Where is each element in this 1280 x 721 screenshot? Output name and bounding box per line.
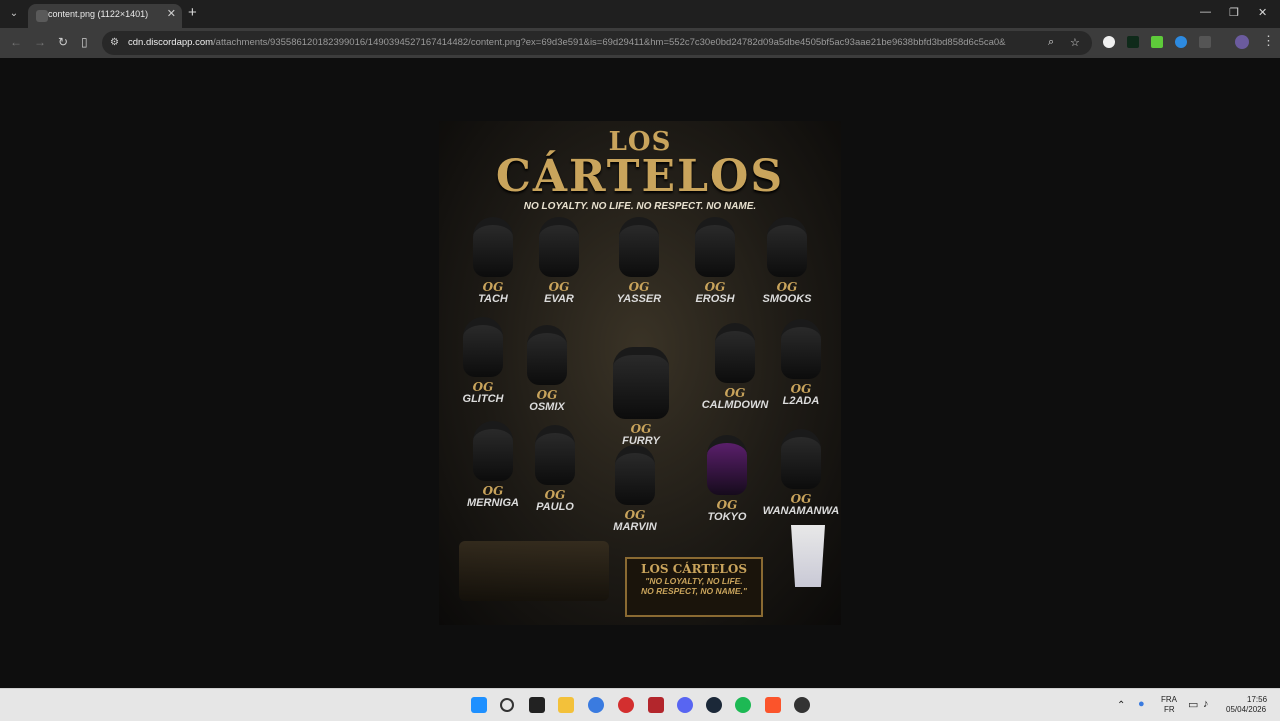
steam-icon[interactable] (706, 697, 722, 713)
url-path: /attachments/935586120182399016/14903945… (213, 37, 1006, 48)
extensions-puzzle-icon[interactable] (1199, 36, 1211, 48)
member-card: OG L2ADA (761, 319, 841, 407)
extension-blue-icon[interactable] (1175, 36, 1187, 48)
extension-chart-icon[interactable] (1151, 36, 1163, 48)
url-host: cdn.discordapp.com (128, 37, 214, 48)
more-menu-icon[interactable]: ⋮ (1262, 33, 1275, 49)
member-card: OG PAULO (515, 425, 595, 513)
language-sub[interactable]: FR (1164, 705, 1175, 714)
profile-avatar[interactable] (1235, 35, 1249, 49)
tab-close-icon[interactable]: ✕ (167, 7, 176, 20)
member-card: OG MARVIN (595, 445, 675, 533)
brave-icon[interactable] (765, 697, 781, 713)
search-icon[interactable] (500, 698, 514, 712)
clock-time[interactable]: 17:56 (1247, 695, 1267, 704)
clock-date[interactable]: 05/04/2026 (1226, 705, 1266, 714)
displayed-image: LOS CÁRTELOS NO LOYALTY. NO LIFE. NO RES… (439, 121, 841, 625)
app-dark-circle-icon[interactable] (794, 697, 810, 713)
close-window-button[interactable]: ✕ (1258, 6, 1267, 19)
back-arrow-icon[interactable]: ← (10, 35, 22, 49)
active-tab[interactable]: content.png (1122×1401) ✕ (28, 4, 182, 28)
member-card: OG EVAR (519, 217, 599, 305)
taskbar: ⌃ ● FRA FR ▭ ♪ 17:56 05/04/2026 (0, 688, 1280, 721)
zoom-icon[interactable]: ⌕ (1048, 36, 1054, 49)
windows-start-icon[interactable] (471, 697, 487, 713)
member-card: OG SMOOKS (747, 217, 827, 305)
cup-image (791, 525, 825, 587)
member-card: OG FURRY (601, 347, 681, 447)
tab-title: content.png (1122×1401) (48, 9, 149, 19)
language-code[interactable]: FRA (1161, 695, 1177, 704)
member-card: OG TOKYO (687, 435, 767, 523)
address-bar[interactable]: ⚙ cdn.discordapp.com/attachments/9355861… (102, 31, 1092, 55)
app-red-square-icon[interactable] (648, 697, 664, 713)
file-explorer-icon[interactable] (558, 697, 574, 713)
plaque-title: LOS CÁRTELOS (641, 562, 747, 576)
tab-strip: ⌄ content.png (1122×1401) ✕ + — ❐ ✕ (0, 0, 1280, 28)
plaque-line-2: NO RESPECT, NO NAME." (641, 586, 747, 596)
member-card: OG WANAMANWA (761, 429, 841, 517)
app-red-circle-icon[interactable] (618, 697, 634, 713)
side-panel-icon[interactable]: ▯ (81, 35, 88, 49)
restore-button[interactable]: ❐ (1229, 6, 1239, 19)
poster-title-main: CÁRTELOS (495, 151, 785, 202)
extension-terminal-icon[interactable] (1127, 36, 1139, 48)
bookmark-star-icon[interactable]: ☆ (1070, 36, 1080, 49)
poster-plaque: LOS CÁRTELOS "NO LOYALTY, NO LIFE. NO RE… (625, 557, 763, 617)
money-stacks (459, 541, 609, 601)
tray-overflow-chevron-icon[interactable]: ⌃ (1117, 700, 1125, 711)
member-card: OG YASSER (599, 217, 679, 305)
member-card: OG EROSH (675, 217, 755, 305)
browser-toolbar: ← → ↻ ▯ ⚙ cdn.discordapp.com/attachments… (0, 28, 1280, 58)
plaque-line-1: "NO LOYALTY, NO LIFE. (645, 576, 743, 586)
poster-tagline: NO LOYALTY. NO LIFE. NO RESPECT. NO NAME… (523, 201, 757, 212)
tab-favicon-icon (36, 10, 48, 22)
network-icon[interactable]: ▭ (1188, 698, 1198, 711)
chrome-icon[interactable] (588, 697, 604, 713)
task-view-icon[interactable] (529, 697, 545, 713)
minimize-button[interactable]: — (1200, 6, 1211, 18)
extension-face-icon[interactable] (1103, 36, 1115, 48)
discord-icon[interactable] (677, 697, 693, 713)
url-text[interactable]: cdn.discordapp.com/attachments/935586120… (128, 37, 1028, 48)
new-tab-button[interactable]: + (188, 5, 197, 20)
site-info-icon[interactable]: ⚙ (110, 37, 122, 49)
forward-arrow-icon[interactable]: → (34, 35, 46, 49)
microphone-icon[interactable]: ● (1138, 698, 1145, 710)
member-card: OG OSMIX (507, 325, 587, 413)
spotify-icon[interactable] (735, 697, 751, 713)
tab-search-chevron-icon[interactable]: ⌄ (6, 6, 22, 22)
reload-icon[interactable]: ↻ (58, 35, 68, 49)
volume-icon[interactable]: ♪ (1203, 698, 1209, 710)
